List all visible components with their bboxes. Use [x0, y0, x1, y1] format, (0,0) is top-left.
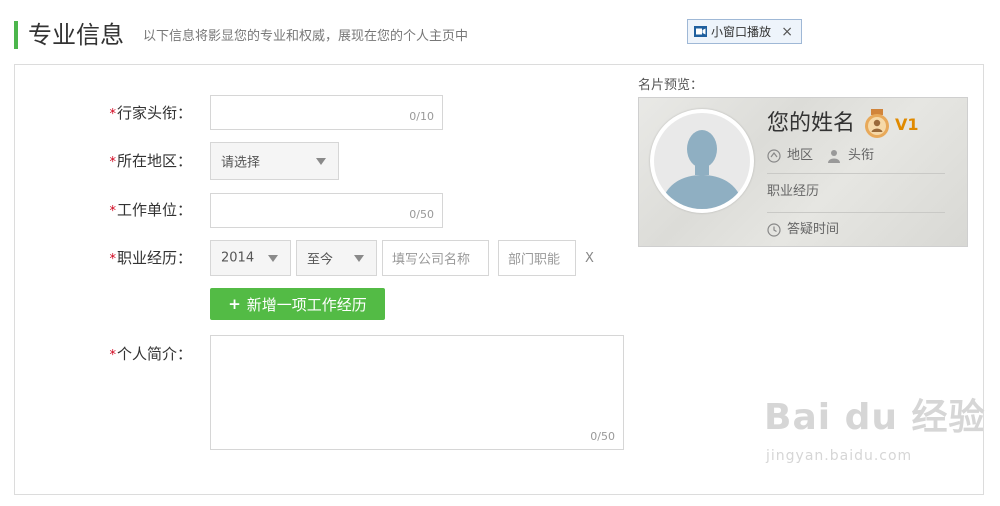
card-divider [767, 173, 945, 174]
company-name-input[interactable]: 填写公司名称 [382, 240, 489, 276]
page-title: 专业信息 [28, 21, 124, 49]
end-year-value: 至今 [307, 252, 334, 268]
department-input[interactable]: 部门职能 [498, 240, 576, 276]
company-input[interactable]: 0/50 [210, 193, 443, 228]
bio-counter: 0/50 [590, 430, 615, 443]
add-experience-label: 新增一项工作经历 [246, 295, 367, 314]
chevron-down-icon [268, 255, 278, 262]
company-name-placeholder: 填写公司名称 [392, 252, 471, 268]
company-counter: 0/50 [409, 208, 434, 221]
mini-player-button[interactable]: 小窗口播放 × [687, 19, 802, 44]
medal-badge-icon [865, 109, 889, 138]
mini-player-close-icon[interactable]: × [781, 23, 793, 41]
clock-icon [767, 223, 781, 237]
experience-field-label: *职业经历： [82, 248, 192, 270]
mini-player-label: 小窗口播放 [711, 25, 772, 39]
required-mark: * [109, 348, 116, 363]
default-avatar-icon [660, 130, 744, 209]
level-badge: V1 [895, 115, 919, 134]
region-select-value: 请选择 [221, 155, 261, 171]
required-mark: * [109, 204, 116, 219]
card-preview-label: 名片预览： [638, 78, 704, 93]
required-mark: * [109, 107, 116, 122]
start-year-value: 2014 [221, 250, 255, 266]
chevron-down-icon [316, 158, 326, 165]
card-title: 头衔 [848, 148, 875, 163]
company-field-label-text: 工作单位： [116, 201, 192, 219]
experience-field-label-text: 职业经历： [116, 249, 192, 267]
chevron-down-icon [354, 255, 364, 262]
person-icon [828, 150, 840, 163]
card-experience: 职业经历 [767, 184, 820, 199]
location-icon [767, 149, 781, 163]
card-region: 地区 [787, 148, 814, 163]
bio-field-label: *个人简介： [82, 344, 192, 366]
title-accent-bar [14, 21, 18, 49]
department-placeholder: 部门职能 [508, 252, 561, 268]
page-subtitle: 以下信息将影显您的专业和权威，展现在您的个人主页中 [143, 29, 469, 44]
region-field-label: *所在地区： [82, 151, 192, 173]
card-divider [767, 212, 945, 213]
title-input[interactable]: 0/10 [210, 95, 443, 130]
title-field-label: *行家头衔： [82, 103, 192, 125]
bio-textarea[interactable]: 0/50 [210, 335, 624, 450]
end-year-select[interactable]: 至今 [296, 240, 377, 276]
add-experience-button[interactable]: + 新增一项工作经历 [210, 288, 385, 320]
video-camera-icon [694, 26, 707, 37]
card-preview: 您的姓名 V1 地区 头衔 职业经历 答疑时间 [638, 97, 968, 247]
region-field-label-text: 所在地区： [116, 152, 192, 170]
avatar [650, 109, 754, 213]
required-mark: * [109, 155, 116, 170]
title-field-label-text: 行家头衔： [116, 104, 192, 122]
baidu-jingyan-watermark: Bai du 经验 jingyan.baidu.com [764, 397, 986, 465]
company-field-label: *工作单位： [82, 200, 192, 222]
bio-field-label-text: 个人简介： [116, 345, 192, 363]
watermark-brand: Bai du 经验 [764, 397, 986, 438]
card-name: 您的姓名 [767, 111, 856, 136]
watermark-url: jingyan.baidu.com [766, 448, 913, 464]
remove-experience-button[interactable]: X [585, 251, 594, 267]
card-answer-time: 答疑时间 [787, 222, 840, 237]
region-select[interactable]: 请选择 [210, 142, 339, 180]
title-counter: 0/10 [409, 110, 434, 123]
start-year-select[interactable]: 2014 [210, 240, 291, 276]
required-mark: * [109, 252, 116, 267]
plus-icon: + [228, 295, 241, 313]
